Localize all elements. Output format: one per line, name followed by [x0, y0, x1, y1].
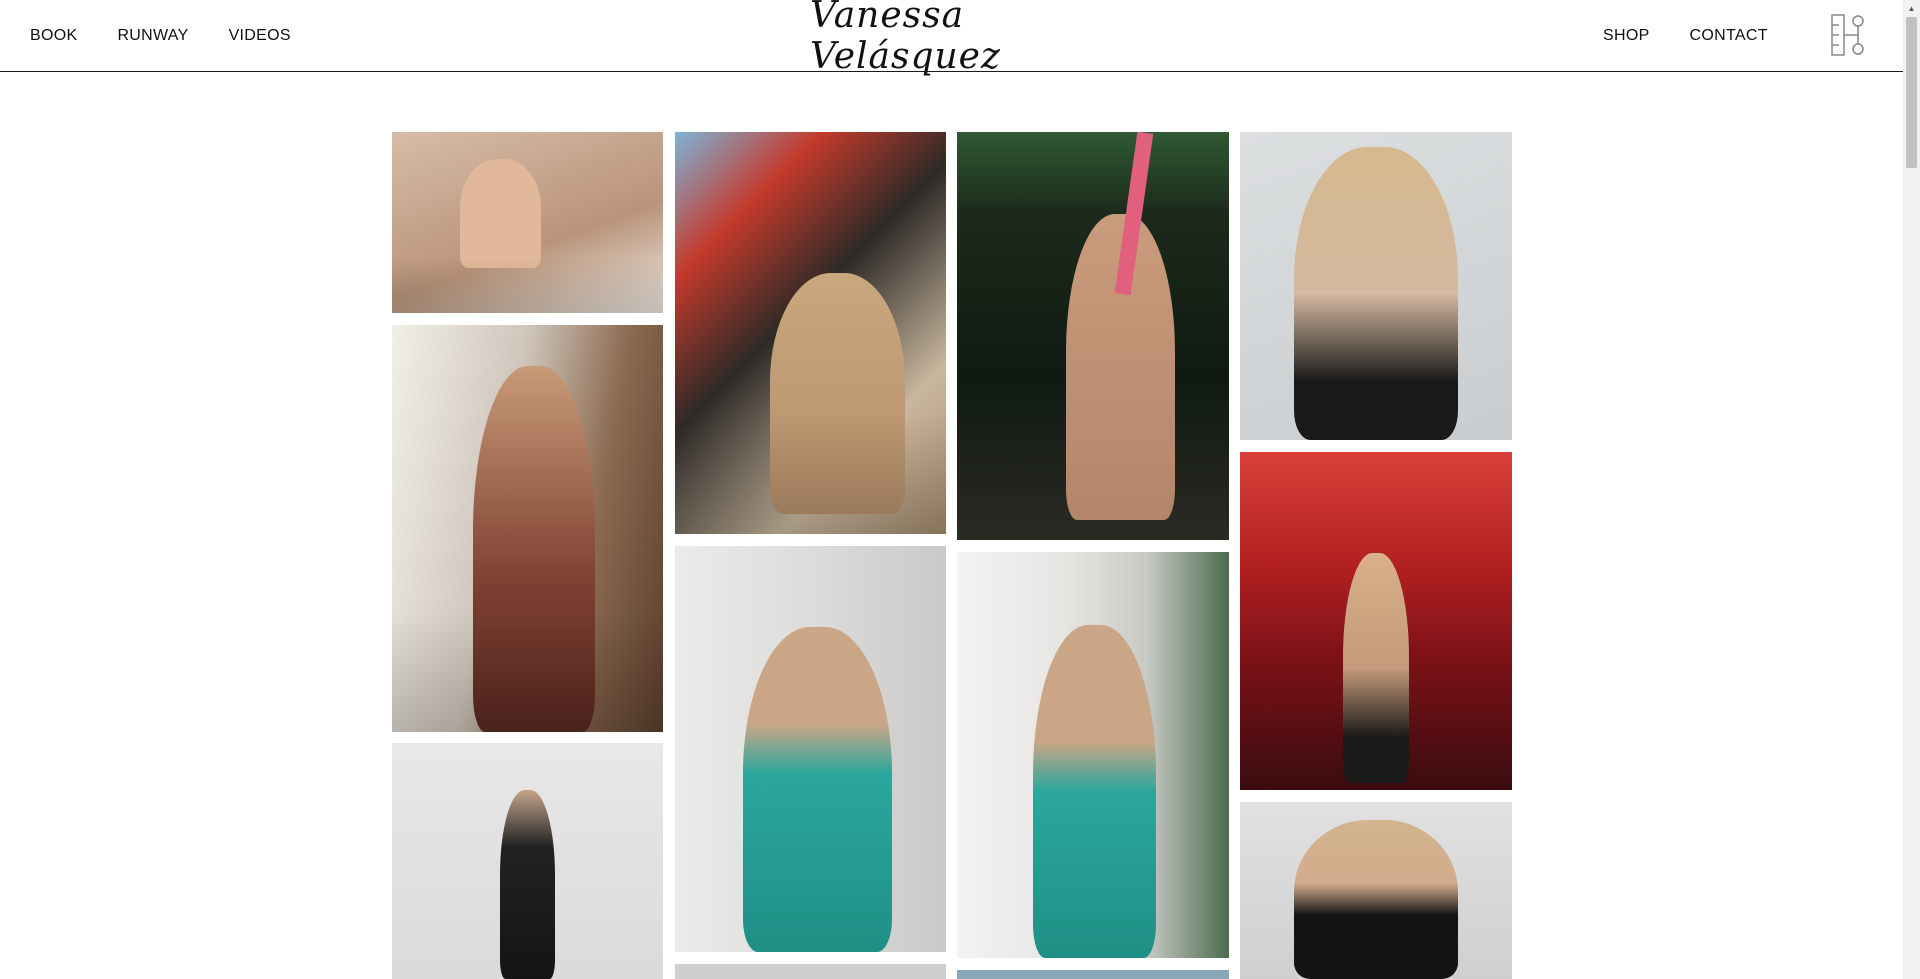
nav-runway[interactable]: RUNWAY [117, 27, 188, 45]
gallery-photo[interactable] [675, 132, 946, 534]
nav-shop[interactable]: SHOP [1603, 27, 1650, 45]
site-header: BOOK RUNWAY VIDEOS Vanessa Velásquez SHO… [0, 0, 1903, 77]
vertical-scrollbar[interactable]: ▲ [1903, 0, 1920, 979]
scroll-thumb[interactable] [1906, 17, 1917, 168]
nav-contact[interactable]: CONTACT [1690, 27, 1768, 45]
gallery-photo[interactable] [392, 743, 663, 979]
gallery-photo[interactable] [957, 132, 1229, 540]
primary-nav: BOOK RUNWAY VIDEOS [30, 0, 291, 71]
gallery-photo[interactable] [957, 552, 1229, 958]
scroll-up-icon[interactable]: ▲ [1903, 0, 1920, 17]
photo-gallery [0, 0, 1903, 979]
gallery-photo[interactable] [1240, 132, 1512, 440]
nav-book[interactable]: BOOK [30, 27, 77, 45]
gallery-photo[interactable] [1240, 452, 1512, 790]
gallery-photo[interactable] [675, 546, 946, 952]
menu-icon[interactable] [1830, 13, 1866, 57]
gallery-photo[interactable] [1240, 802, 1512, 979]
site-logo[interactable]: Vanessa Velásquez [810, 0, 1070, 77]
gallery-photo[interactable] [957, 970, 1229, 979]
secondary-nav: SHOP CONTACT [1603, 0, 1768, 71]
gallery-photo[interactable] [675, 964, 946, 979]
nav-videos[interactable]: VIDEOS [229, 27, 291, 45]
gallery-photo[interactable] [392, 325, 663, 732]
gallery-photo[interactable] [392, 132, 663, 313]
